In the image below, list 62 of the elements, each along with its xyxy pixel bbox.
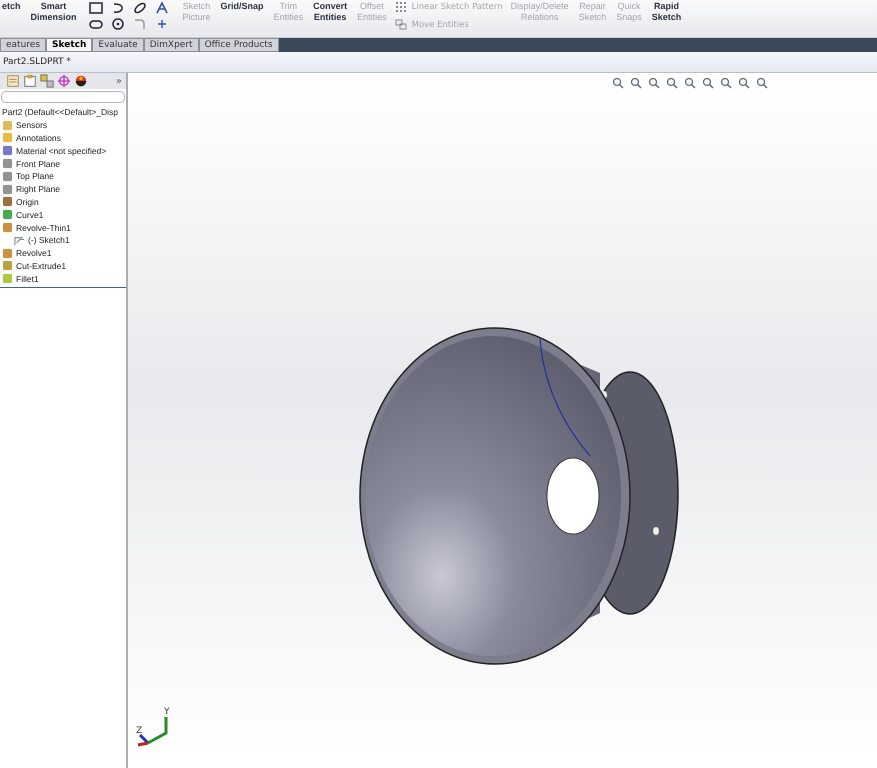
configuration-tab-icon[interactable] xyxy=(40,74,54,88)
view-tool-icon[interactable] xyxy=(666,77,678,89)
feature-icon xyxy=(2,273,13,284)
view-tool-icon[interactable] xyxy=(756,77,768,89)
toolbar-button[interactable]: Convert Entities xyxy=(311,1,350,23)
view-tool-icon[interactable] xyxy=(738,77,750,89)
feature-icon xyxy=(2,222,13,234)
tree-item[interactable]: Curve1 xyxy=(16,210,44,220)
tree-item[interactable]: Front Plane xyxy=(16,158,60,169)
tree-item[interactable]: (-) Sketch1 xyxy=(28,235,70,246)
feature-icon xyxy=(2,209,13,220)
tree-item[interactable]: Right Plane xyxy=(16,184,60,194)
axis-triad-drawing: Y Z xyxy=(134,705,174,749)
view-tool-icon[interactable] xyxy=(648,77,660,89)
ribbon-tab[interactable]: Office Products xyxy=(198,38,279,52)
ribbon-tab[interactable]: Sketch xyxy=(46,38,92,52)
document-title: Part2.SLDPRT * xyxy=(3,57,71,67)
tree-item[interactable]: Sensors xyxy=(16,120,48,130)
ribbon-tab[interactable]: Evaluate xyxy=(92,38,144,52)
view-tool-icon[interactable] xyxy=(684,77,696,89)
filter-field[interactable] xyxy=(1,91,125,103)
toolbar-button[interactable]: Grid/Snap xyxy=(218,1,266,12)
tree-item[interactable]: Revolve-Thin1 xyxy=(16,222,71,233)
slot-icon[interactable] xyxy=(88,18,103,30)
tree-item[interactable]: Part2 (Default<<Default>_Disp xyxy=(0,106,126,119)
appearance-tab-icon[interactable] xyxy=(74,74,88,88)
toolbar-button[interactable]: etch xyxy=(0,1,23,12)
tree-item[interactable]: Material <not specified> xyxy=(16,146,106,156)
view-tool-icon[interactable] xyxy=(612,77,624,89)
feature-icon xyxy=(2,248,13,259)
feature-icon xyxy=(2,170,13,182)
feature-icon xyxy=(2,120,13,131)
rectangle-icon[interactable] xyxy=(88,2,103,14)
view-tool-icon[interactable] xyxy=(720,77,732,89)
property-tab-icon[interactable] xyxy=(23,74,37,88)
feature-icon xyxy=(2,132,13,144)
ribbon-tab[interactable]: DimXpert xyxy=(144,38,199,52)
feature-icon xyxy=(2,184,13,195)
tree-item[interactable]: Revolve1 xyxy=(16,248,52,258)
grid-icon xyxy=(394,1,407,13)
tree-item[interactable]: Annotations xyxy=(16,132,61,143)
polygon-icon[interactable] xyxy=(110,18,125,30)
ribbon-tab[interactable]: eatures xyxy=(0,38,46,52)
crosshair-tab-icon[interactable] xyxy=(57,74,71,88)
spline-icon[interactable] xyxy=(132,2,147,14)
expand-button[interactable]: » xyxy=(112,76,126,86)
toolbar-button[interactable]: Rapid Sketch xyxy=(650,1,684,23)
feature-tree-tab-icon[interactable] xyxy=(6,74,20,88)
feature-icon xyxy=(2,260,13,272)
feature-icon xyxy=(2,196,13,208)
feature-icon xyxy=(2,145,13,156)
sketch-icon xyxy=(14,234,25,246)
move-icon xyxy=(394,19,407,31)
tree-item[interactable]: Top Plane xyxy=(16,171,54,182)
tree-item[interactable]: Fillet1 xyxy=(16,274,39,284)
toolbar-button[interactable]: Smart Dimension xyxy=(28,1,79,23)
feature-icon xyxy=(2,158,13,170)
view-tool-icon[interactable] xyxy=(630,77,642,89)
tree-item[interactable]: Origin xyxy=(16,196,39,207)
text-icon[interactable] xyxy=(154,2,169,14)
tree-item[interactable]: Cut-Extrude1 xyxy=(16,260,66,271)
view-tool-icon[interactable] xyxy=(702,77,714,89)
